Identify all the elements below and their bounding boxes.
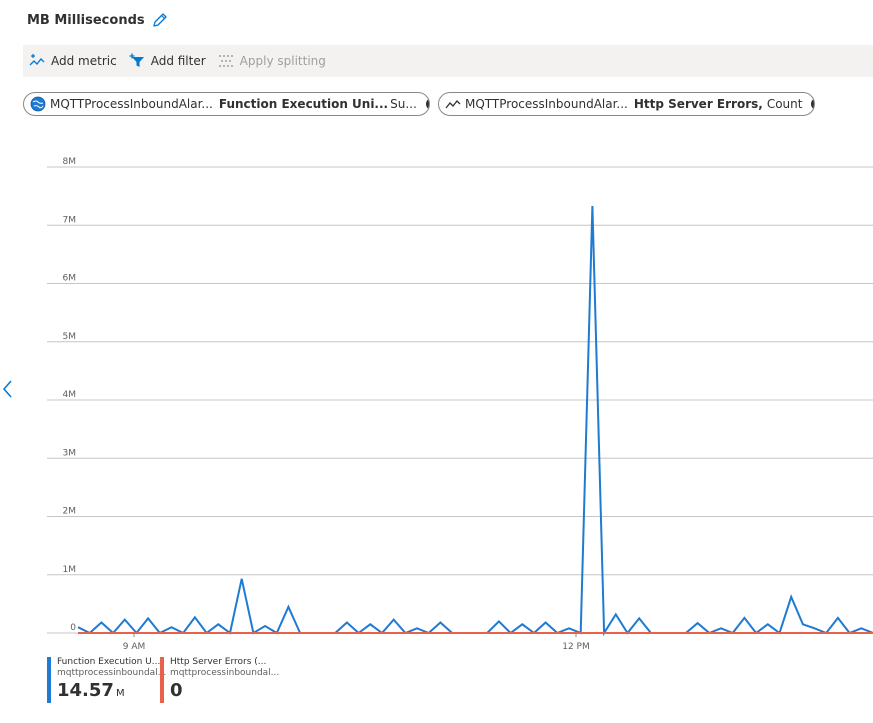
- y-tick-label: 2M: [63, 507, 77, 517]
- legend-color-bar: [47, 657, 51, 703]
- close-icon[interactable]: [810, 97, 815, 111]
- chart-title: MB Milliseconds: [27, 12, 145, 28]
- globe-icon: [30, 96, 46, 112]
- legend-value: 14.57 M: [57, 680, 125, 701]
- pill-resource: MQTTProcessInboundAlar...: [50, 97, 213, 111]
- metric-pill-function-execution[interactable]: MQTTProcessInboundAlar... Function Execu…: [23, 92, 430, 116]
- metric-pill-http-server-errors[interactable]: MQTTProcessInboundAlar... Http Server Er…: [438, 92, 815, 116]
- legend-value: 0: [170, 680, 183, 701]
- apply-splitting-label: Apply splitting: [239, 54, 326, 68]
- x-tick-label: 12 PM: [562, 642, 590, 652]
- pill-metric: Http Server Errors,: [633, 97, 763, 111]
- toolbar: Add metric Add filter Apply splitting: [23, 45, 873, 77]
- y-tick-label: 8M: [63, 157, 77, 167]
- add-metric-button[interactable]: Add metric: [23, 45, 123, 77]
- line-chart-icon: [445, 100, 461, 109]
- series-line-function-execution: [77, 205, 873, 637]
- apply-splitting-button[interactable]: Apply splitting: [212, 45, 332, 77]
- legend-item-http-server-errors[interactable]: Http Server Errors (... mqttprocessinbou…: [160, 657, 279, 703]
- pill-resource: MQTTProcessInboundAlar...: [465, 97, 628, 111]
- y-tick-label: 1M: [63, 565, 77, 575]
- legend-name: Function Execution U...: [57, 657, 161, 667]
- add-metric-icon: [29, 54, 45, 66]
- legend-resource: mqttprocessinboundal...: [170, 668, 280, 678]
- y-tick-label: 4M: [63, 390, 77, 400]
- splitting-icon: [218, 55, 233, 67]
- pill-aggregation: Su...: [390, 97, 417, 111]
- pencil-icon[interactable]: [151, 11, 169, 29]
- legend-name: Http Server Errors (...: [170, 657, 267, 667]
- add-filter-label: Add filter: [150, 54, 206, 68]
- legend-color-bar: [160, 657, 164, 703]
- y-tick-label: 6M: [63, 274, 77, 284]
- chart-title-row: MB Milliseconds: [27, 11, 169, 29]
- y-tick-label: 3M: [63, 448, 77, 458]
- filter-icon: [129, 53, 144, 67]
- legend-item-function-execution[interactable]: Function Execution U... mqttprocessinbou…: [47, 657, 166, 705]
- metric-chart: 0 1M 2M 3M 4M 5M 6M 7M 8M 9 AM 12 PM: [47, 157, 873, 652]
- add-filter-button[interactable]: Add filter: [123, 45, 212, 77]
- y-tick-label: 0: [70, 623, 76, 633]
- pill-aggregation: Count: [766, 97, 803, 111]
- y-tick-label: 7M: [63, 215, 77, 225]
- x-tick-label: 9 AM: [123, 642, 146, 652]
- close-icon[interactable]: [425, 97, 430, 111]
- legend-resource: mqttprocessinboundal...: [57, 668, 167, 678]
- pill-metric: Function Execution Uni...: [218, 97, 389, 111]
- add-metric-label: Add metric: [51, 54, 117, 68]
- y-tick-label: 5M: [63, 332, 77, 342]
